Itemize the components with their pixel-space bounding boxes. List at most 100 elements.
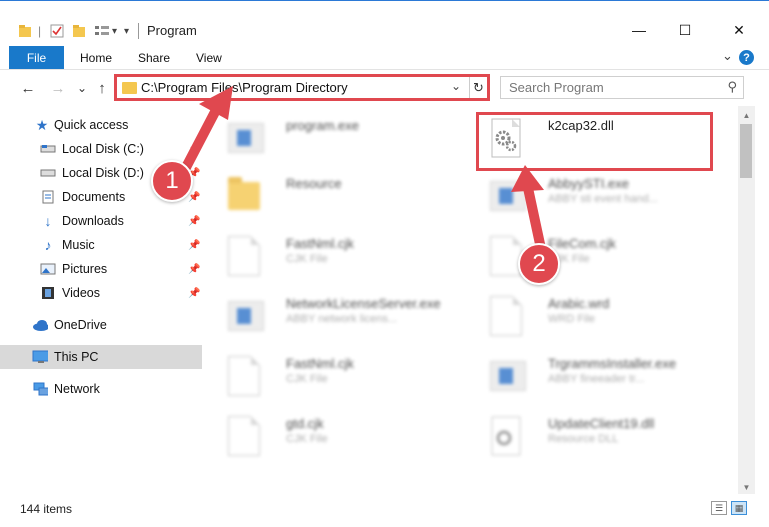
downloads-icon: ↓ — [44, 213, 52, 229]
file-name: FastNml.cjk — [286, 236, 354, 251]
sidebar-item-label: Music — [62, 238, 95, 252]
properties-icon[interactable] — [50, 21, 64, 41]
address-bar[interactable]: C:\Program Files\Program Directory ⌄ ↻ — [114, 74, 490, 101]
file-name: program.exe — [286, 118, 359, 133]
quick-access-dropdown-icon[interactable]: ▾ — [124, 21, 129, 41]
sidebar-item-label: Downloads — [62, 214, 124, 228]
sidebar-item-quick-access[interactable]: ★ Quick access — [0, 113, 202, 137]
exe-icon — [490, 176, 526, 216]
sidebar-item-label: This PC — [54, 350, 99, 364]
maximize-button[interactable]: ☐ — [662, 15, 708, 45]
search-icon[interactable]: ⚲ — [727, 79, 737, 95]
file-description: WRD File — [548, 313, 596, 325]
scroll-thumb[interactable] — [740, 124, 752, 178]
file-description: CJK File — [286, 373, 328, 385]
tab-home[interactable]: Home — [80, 51, 112, 65]
pin-icon[interactable]: 📌 — [188, 240, 200, 251]
new-folder-icon[interactable] — [72, 21, 86, 41]
separator: | — [38, 24, 42, 38]
forward-arrow-icon[interactable]: → — [48, 78, 68, 98]
sidebar-item-videos[interactable]: Videos 📌 — [0, 281, 202, 305]
file-name: NetworkLicenseServer.exe — [286, 296, 441, 311]
sidebar-item-label: Local Disk (D:) — [62, 166, 144, 180]
pin-icon[interactable]: 📌 — [188, 288, 200, 299]
network-icon — [32, 382, 48, 396]
file-description: ABBY sti event hand... — [548, 193, 658, 205]
expand-ribbon-chevron-icon[interactable]: ⌄ — [722, 48, 733, 64]
help-icon[interactable]: ? — [739, 50, 754, 65]
sidebar-item-label: Network — [54, 382, 100, 396]
list-item[interactable]: FastNml.cjk CJK File — [214, 348, 464, 404]
view-options-icon[interactable] — [94, 21, 110, 41]
file-description: CJK File — [286, 253, 328, 265]
file-name: gtd.cjk — [286, 416, 324, 431]
list-item[interactable]: TrgrammsInstaller.exe ABBY fineeader tr.… — [476, 348, 726, 404]
pin-icon[interactable]: 📌 — [188, 264, 200, 275]
videos-icon — [40, 286, 56, 300]
file-name: Arabic.wrd — [548, 296, 610, 311]
file-tab[interactable]: File — [9, 46, 64, 69]
tab-view[interactable]: View — [196, 51, 222, 65]
ribbon: File Home Share View ⌄ ? — [0, 44, 769, 70]
file-description: CJK File — [286, 433, 328, 445]
document-icon — [228, 356, 264, 396]
refresh-icon[interactable]: ↻ — [469, 77, 487, 98]
sidebar-item-music[interactable]: ♪ Music 📌 — [0, 233, 202, 257]
list-item[interactable]: Arabic.wrd WRD File — [476, 288, 726, 344]
scroll-up-arrow-icon[interactable]: ▲ — [738, 108, 755, 122]
item-count: 144 items — [20, 502, 73, 516]
search-input[interactable]: Search Program — [509, 80, 604, 95]
vertical-scrollbar[interactable]: ▲ ▼ — [738, 106, 755, 494]
music-icon: ♪ — [44, 237, 52, 253]
computer-icon — [32, 350, 48, 364]
sidebar-item-pictures[interactable]: Pictures 📌 — [0, 257, 202, 281]
sidebar-item-label: Pictures — [62, 262, 108, 276]
list-item[interactable]: gtd.cjk CJK File — [214, 408, 464, 464]
tab-share[interactable]: Share — [138, 51, 170, 65]
file-highlight-box — [476, 112, 713, 171]
file-name: FastNml.cjk — [286, 356, 354, 371]
file-name: UpdateClient19.dll — [548, 416, 655, 431]
recent-locations-chevron-icon[interactable]: ⌄ — [72, 78, 92, 98]
drive-icon — [40, 142, 56, 156]
sidebar-item-local-disk-c[interactable]: Local Disk (C:) 📌 — [0, 137, 202, 161]
close-button[interactable]: ✕ — [716, 15, 762, 45]
list-item[interactable]: NetworkLicenseServer.exe ABBY network li… — [214, 288, 464, 344]
sidebar-item-downloads[interactable]: ↓ Downloads 📌 — [0, 209, 202, 233]
search-box[interactable]: Search Program ⚲ — [500, 76, 744, 99]
sidebar-item-network[interactable]: Network — [0, 377, 202, 401]
list-item[interactable]: AbbyySTI.exe ABBY sti event hand... — [476, 168, 726, 224]
list-item[interactable]: UpdateClient19.dll Resource DLL — [476, 408, 726, 464]
customize-toolbar-chevron-icon[interactable]: ▾ — [112, 21, 117, 41]
document-icon — [228, 416, 264, 456]
pin-icon[interactable]: 📌 — [188, 144, 200, 155]
list-item[interactable]: FastNml.cjk CJK File — [214, 228, 464, 284]
sidebar-item-onedrive[interactable]: OneDrive — [0, 313, 202, 337]
file-name: AbbyySTI.exe — [548, 176, 629, 191]
title-separator — [138, 23, 139, 39]
back-arrow-icon[interactable]: ← — [18, 78, 38, 98]
address-dropdown-chevron-icon[interactable]: ⌄ — [451, 79, 461, 93]
file-name: FileCom.cjk — [548, 236, 616, 251]
file-name: Resource — [286, 176, 342, 191]
sidebar-item-label: OneDrive — [54, 318, 107, 332]
exe-icon — [228, 118, 264, 158]
details-view-icon[interactable]: ☰ — [711, 501, 727, 515]
pin-icon[interactable]: 📌 — [188, 216, 200, 227]
address-path[interactable]: C:\Program Files\Program Directory — [141, 80, 348, 95]
list-item[interactable]: program.exe — [214, 110, 464, 166]
sidebar-item-label: Videos — [62, 286, 100, 300]
scroll-down-arrow-icon[interactable]: ▼ — [738, 480, 755, 494]
pin-icon[interactable]: 📌 — [188, 192, 200, 203]
list-item[interactable]: Resource — [214, 168, 464, 224]
large-icons-view-icon[interactable]: ▦ — [731, 501, 747, 515]
list-item[interactable]: FileCom.cjk CJK File — [476, 228, 726, 284]
file-description: ABBY network licens... — [286, 313, 398, 325]
callout-step-2: 2 — [518, 243, 560, 285]
up-arrow-icon[interactable]: ↑ — [92, 78, 112, 98]
sidebar-item-label: Quick access — [54, 118, 129, 132]
file-list: program.exe k2cap32.dll Resource AbbyyST… — [214, 106, 738, 494]
minimize-button[interactable]: — — [616, 15, 662, 45]
sidebar-item-this-pc[interactable]: This PC — [0, 345, 202, 369]
title-bar: | ▾ ▾ Program — ☐ ✕ — [0, 0, 769, 44]
